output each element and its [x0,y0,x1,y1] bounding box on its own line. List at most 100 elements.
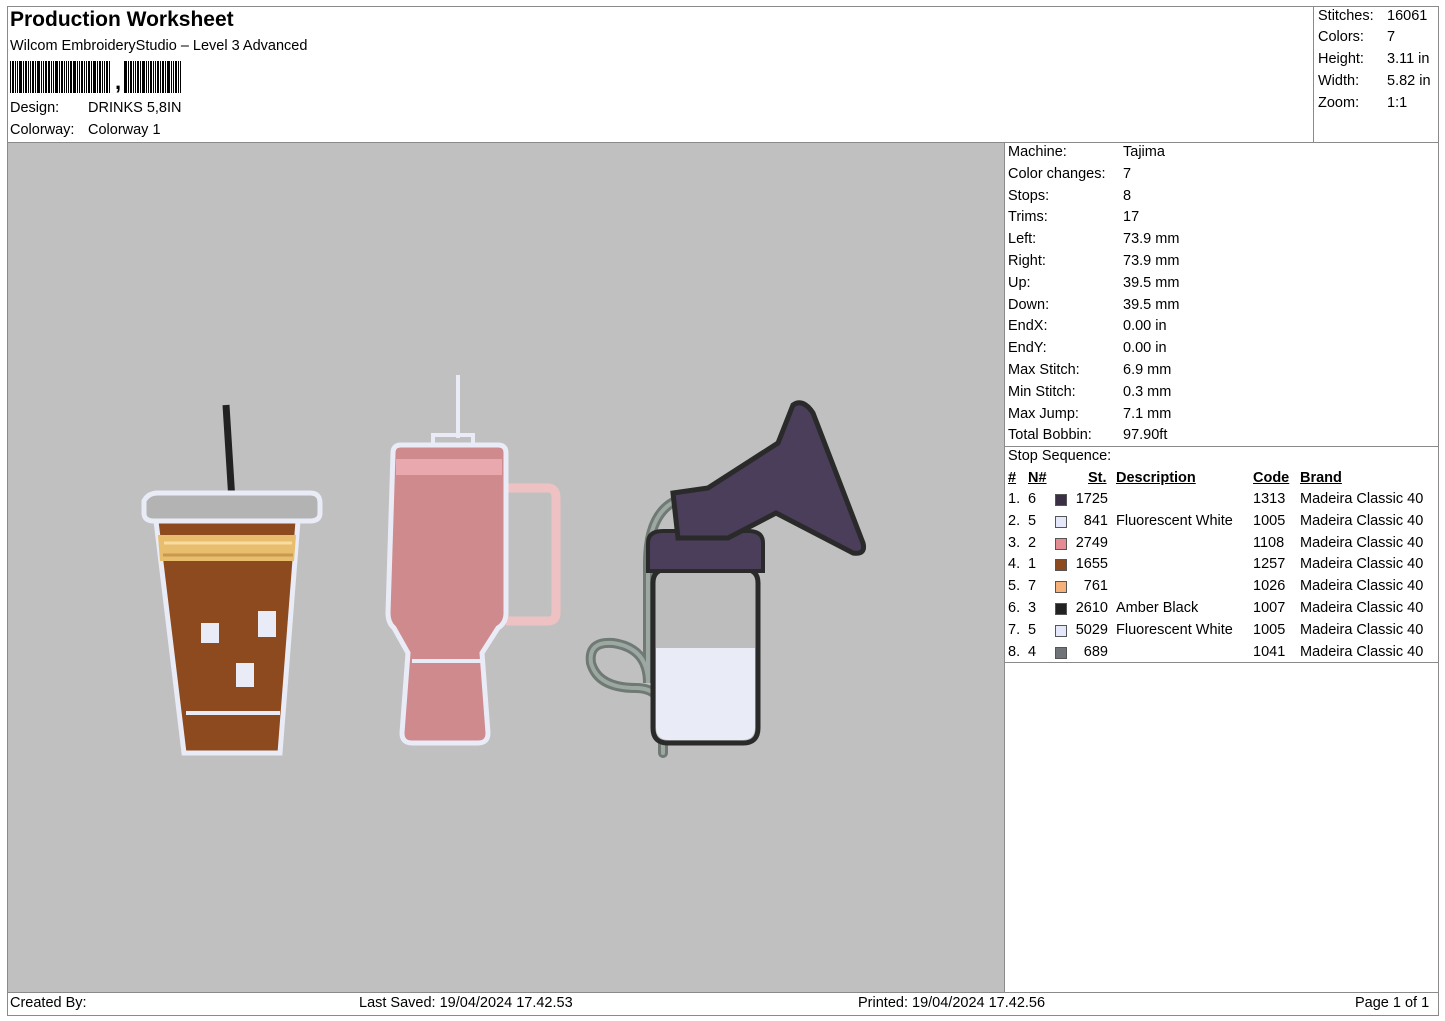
col-header-description: Description [1116,470,1196,486]
thread-code: 1313 [1253,491,1286,507]
stat-value: 1:1 [1387,95,1408,111]
machine-label: Min Stitch: [1008,383,1076,400]
thread-code: 1257 [1253,556,1286,573]
needle-number: 6 [1028,491,1037,507]
machine-label: Trims: [1008,209,1048,226]
color-swatch [1055,537,1067,550]
thread-description: Fluorescent White [1116,621,1233,638]
machine-value: 39.5 mm [1123,296,1180,313]
stop-index: 5. [1008,578,1021,595]
machine-row: EndX: 0.00 in [1008,318,1167,334]
color-swatch [1055,603,1067,615]
machine-label: Total Bobbin: [1008,427,1092,444]
thread-code: 1026 [1253,578,1286,595]
machine-row: Max Jump: 7.1 mm [1008,406,1171,422]
software-name: Wilcom EmbroideryStudio – Level 3 Advanc… [10,38,308,54]
cup-lid [141,490,323,524]
col-header-st: St. [1088,470,1107,486]
stat-label: Zoom: [1318,95,1360,111]
stop-index: 2. [1008,512,1021,529]
divider [1004,446,1439,447]
machine-row: Up: 39.5 mm [1008,275,1179,291]
machine-row: Max Stitch: 6.9 mm [1008,362,1171,378]
needle-number: 1 [1028,556,1037,573]
design-label: Design: [10,100,60,116]
stop-index: 6. [1008,600,1021,616]
machine-row: Machine: Tajima [1008,144,1165,160]
needle-number: 4 [1028,643,1037,660]
color-swatch [1055,515,1067,528]
design-row: Design: DRINKS 5,8IN [10,100,181,116]
stop-sequence-title: Stop Sequence: [1008,448,1112,464]
page-title: Production Worksheet [10,8,234,31]
stitch-count: 5029 [1075,621,1108,638]
ice-cube [201,623,219,643]
thread-code: 1041 [1253,643,1286,660]
machine-row: Down: 39.5 mm [1008,297,1179,313]
machine-value: 73.9 mm [1123,253,1180,269]
milk-level [656,648,755,740]
thread-brand: Madeira Classic 40 [1300,643,1424,660]
machine-label: Right: [1008,253,1046,269]
stat-value: 3.11 in [1387,51,1430,67]
stitch-count: 1725 [1075,491,1108,507]
stat-label: Height: [1318,51,1364,67]
machine-row: Total Bobbin: 97.90ft [1008,427,1167,443]
stat-row: Height: 3.11 in [1318,51,1429,67]
stat-value: 7 [1387,29,1396,45]
colorway-label: Colorway: [10,122,75,138]
colorway-row: Colorway: Colorway 1 [10,122,161,138]
stat-row: Width: 5.82 in [1318,73,1431,89]
col-header-n: N# [1028,470,1047,486]
stop-row: 7. 5 5029 Fluorescent White 1005 Madeira Clas… [1008,622,1436,643]
stat-row: Stitches: 16061 [1318,8,1427,24]
thread-description: Amber Black [1116,600,1199,616]
thread-description: Fluorescent White [1116,512,1233,529]
thread-brand: Madeira Classic 40 [1300,600,1424,616]
machine-label: Up: [1008,274,1031,291]
tumbler-illustration [385,375,561,746]
thread-brand: Madeira Classic 40 [1300,578,1424,595]
barcode-comma: , [115,69,122,94]
col-header-code: Code [1253,470,1290,486]
machine-value: 39.5 mm [1123,274,1180,291]
thread-code: 1108 [1253,534,1285,551]
stop-row: 4. 1 1655 1257 Madeira Classic 40 [1008,556,1436,577]
design-value: DRINKS 5,8IN [88,100,182,116]
machine-value: 7.1 mm [1123,405,1172,422]
stitch-count: 2610 [1075,600,1108,616]
stop-row: 6. 3 2610 Amber Black 1007 Madeira Classic 40 [1008,600,1436,621]
stitch-count: 689 [1083,643,1108,660]
stop-index: 7. [1008,621,1021,638]
stop-index: 4. [1008,556,1021,573]
stitch-count: 761 [1083,578,1108,595]
needle-number: 2 [1028,534,1037,551]
thread-brand: Madeira Classic 40 [1300,491,1424,507]
tumbler-body [385,442,509,746]
machine-label: Machine: [1008,144,1067,160]
machine-value: 0.00 in [1123,318,1167,335]
thread-brand: Madeira Classic 40 [1300,512,1424,529]
color-swatch [1055,624,1067,637]
divider [1004,662,1439,663]
machine-label: Left: [1008,231,1037,248]
stop-row: 3. 2 2749 1108 Madeira Classic 40 [1008,535,1436,556]
stop-row: 2. 5 841 Fluorescent White 1005 Madeira Class… [1008,513,1436,534]
machine-label: Stops: [1008,187,1050,204]
machine-row: Stops: 8 [1008,188,1131,204]
thread-code: 1005 [1253,621,1286,638]
stitch-count: 2749 [1075,534,1108,551]
thread-brand: Madeira Classic 40 [1300,556,1424,573]
machine-label: Color changes: [1008,165,1106,182]
machine-label: Down: [1008,296,1050,313]
page-number: Page 1 of 1 [1355,995,1430,1011]
machine-value: 73.9 mm [1123,231,1180,248]
stitch-count: 1655 [1075,556,1108,573]
stat-row: Colors: 7 [1318,29,1395,45]
worksheet-footer [7,993,1439,1016]
machine-label: Max Jump: [1008,405,1079,422]
machine-label: Max Stitch: [1008,362,1080,378]
machine-label: EndX: [1008,318,1048,335]
design-preview [7,143,1004,993]
machine-value: 6.9 mm [1123,362,1172,378]
